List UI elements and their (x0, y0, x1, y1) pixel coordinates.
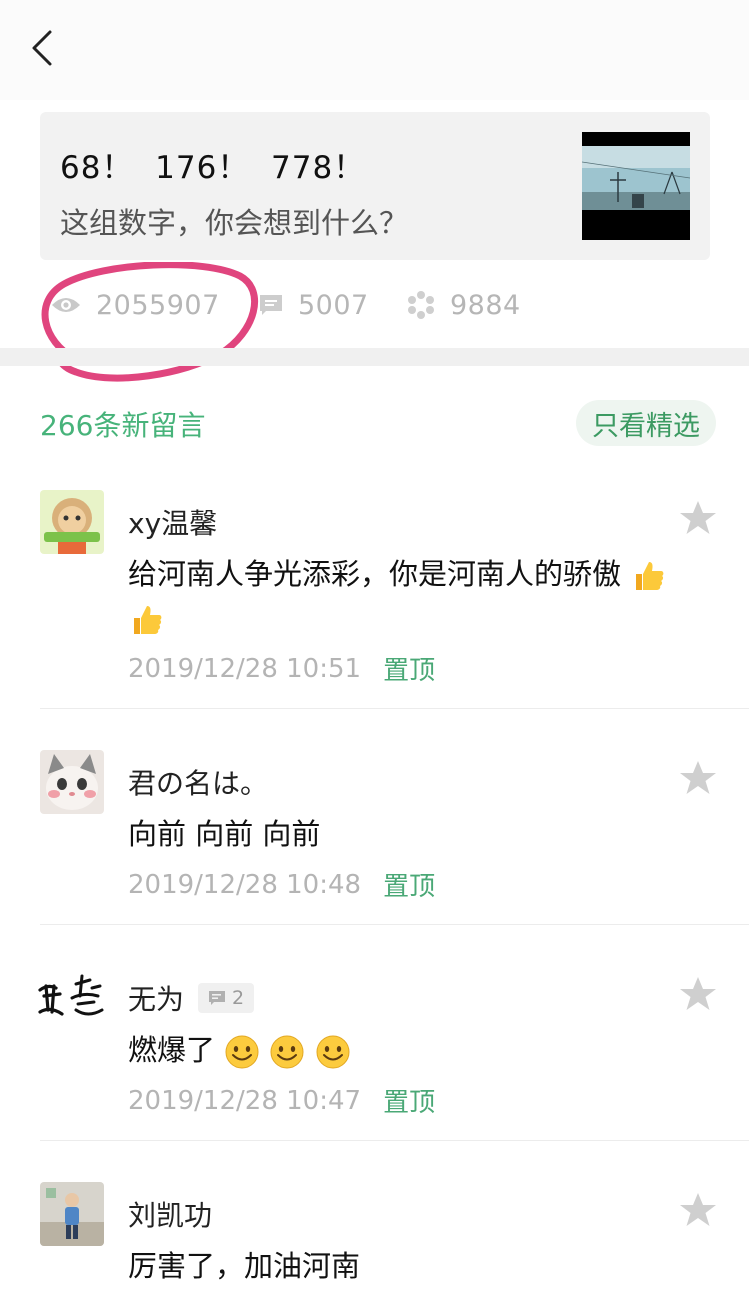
star-icon[interactable] (678, 974, 718, 1014)
avatar[interactable] (40, 750, 104, 814)
comment-meta: 2019/12/28 10:48 置顶 (128, 866, 435, 903)
new-comments-count: 266条新留言 (40, 409, 206, 442)
thumbs-up-icon (134, 606, 162, 634)
commenter-name: 刘凯功 (128, 1199, 213, 1232)
smile-icon (225, 1035, 259, 1069)
chevron-left-icon (32, 30, 52, 66)
comment-divider (40, 924, 749, 925)
pin-button[interactable]: 置顶 (383, 650, 435, 687)
commenter-name: 君の名は。 (128, 767, 269, 800)
commenter-name: 无为 2 (128, 978, 255, 1018)
views-count: 2055907 (96, 289, 220, 321)
likes-count: 9884 (450, 289, 521, 321)
smile-icon (316, 1035, 350, 1069)
comment-divider (40, 708, 749, 709)
comment-item: 君の名は。 向前 向前 向前 2019/12/28 10:48 置顶 (0, 750, 749, 926)
article-thumbnail (582, 132, 690, 240)
comment-text: 燃爆了 (128, 1028, 668, 1072)
eye-icon (52, 298, 80, 312)
comment-text: 向前 向前 向前 (128, 817, 321, 851)
avatar[interactable] (40, 1182, 104, 1246)
comments-count: 5007 (298, 289, 369, 321)
comment-item: 刘凯功 厉害了，加油河南 (0, 1182, 749, 1297)
star-icon[interactable] (678, 758, 718, 798)
comment-text: 给河南人争光添彩，你是河南人的骄傲 (128, 552, 668, 640)
comments-stat: 5007 (258, 280, 369, 330)
comment-time: 2019/12/28 10:48 (128, 869, 362, 900)
pin-button[interactable]: 置顶 (383, 866, 435, 903)
likes-stat: 9884 (406, 280, 521, 330)
comment-time: 2019/12/28 10:51 (128, 653, 362, 684)
star-icon[interactable] (678, 1190, 718, 1230)
wow-icon (408, 291, 434, 319)
comment-meta: 2019/12/28 10:51 置顶 (128, 650, 435, 687)
reply-count-badge[interactable]: 2 (198, 983, 255, 1013)
comment-divider (40, 1140, 749, 1141)
comment-icon (209, 991, 226, 1005)
comment-item: xy温馨 给河南人争光添彩，你是河南人的骄傲 2019/12/28 10:51 … (0, 490, 749, 710)
commenter-name: xy温馨 (128, 507, 218, 540)
smile-icon (270, 1035, 304, 1069)
back-button[interactable] (24, 26, 64, 70)
avatar[interactable] (40, 490, 104, 554)
pin-button[interactable]: 置顶 (383, 1082, 435, 1119)
featured-only-button[interactable]: 只看精选 (576, 400, 716, 446)
thumbs-up-icon (636, 562, 664, 590)
article-stats: 2055907 5007 9884 (40, 280, 720, 330)
top-bar (0, 0, 749, 100)
views-stat: 2055907 (50, 280, 220, 330)
reply-count: 2 (232, 987, 245, 1009)
section-divider (0, 348, 749, 366)
comment-item: 无为 2 燃爆了 2019/12/28 10:47 置顶 (0, 966, 749, 1142)
article-card[interactable]: 68！ 176！ 778！ 这组数字，你会想到什么？ (40, 112, 710, 260)
comment-time: 2019/12/28 10:47 (128, 1085, 362, 1116)
star-icon[interactable] (678, 498, 718, 538)
article-title: 68！ 176！ 778！ (60, 150, 366, 186)
comment-icon (260, 295, 282, 315)
avatar[interactable] (36, 966, 108, 1030)
comment-text: 厉害了，加油河南 (128, 1249, 361, 1283)
comment-meta: 2019/12/28 10:47 置顶 (128, 1082, 435, 1119)
article-subtitle: 这组数字，你会想到什么？ (60, 206, 409, 240)
